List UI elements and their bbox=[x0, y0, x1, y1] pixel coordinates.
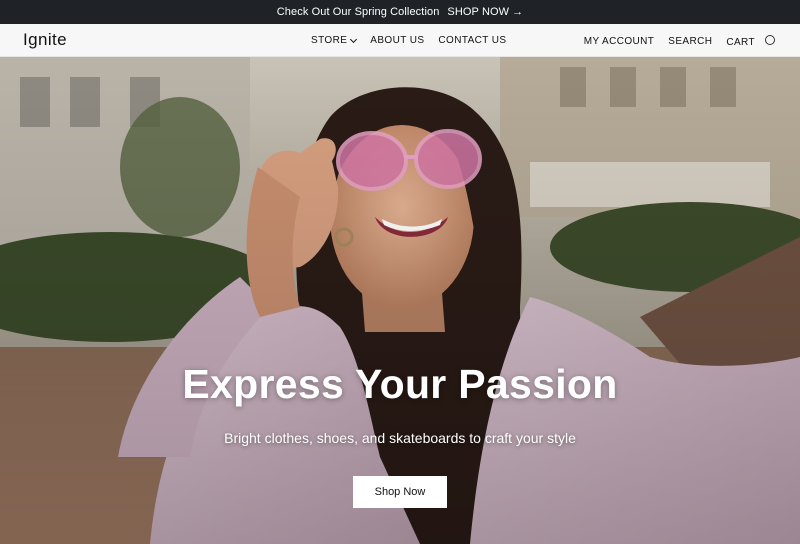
cart-link[interactable]: CART bbox=[726, 35, 775, 48]
hero-banner: Express Your Passion Bright clothes, sho… bbox=[0, 57, 800, 544]
main-nav: STORE ABOUT US CONTACT US bbox=[311, 35, 507, 46]
nav-about-us[interactable]: ABOUT US bbox=[370, 35, 424, 46]
shop-now-button[interactable]: Shop Now bbox=[353, 476, 447, 508]
cart-label: CART bbox=[726, 37, 755, 48]
cart-circle-icon bbox=[765, 35, 775, 45]
hero-photo bbox=[0, 57, 800, 544]
my-account-link[interactable]: MY ACCOUNT bbox=[584, 36, 655, 47]
announcement-text: Check Out Our Spring Collection bbox=[276, 6, 440, 18]
arrow-right-icon: → bbox=[512, 6, 524, 18]
hero-subtitle: Bright clothes, shoes, and skateboards t… bbox=[224, 430, 576, 446]
hero-title: Express Your Passion bbox=[182, 361, 618, 407]
logo[interactable]: Ignite bbox=[23, 30, 67, 50]
shop-now-link[interactable]: SHOP NOW → bbox=[447, 6, 523, 18]
search-link[interactable]: SEARCH bbox=[668, 36, 712, 47]
utility-nav: MY ACCOUNT SEARCH CART bbox=[584, 35, 775, 48]
nav-store[interactable]: STORE bbox=[311, 35, 358, 46]
shop-now-label: SHOP NOW bbox=[447, 6, 510, 18]
announcement-bar: Check Out Our Spring Collection SHOP NOW… bbox=[0, 0, 800, 24]
nav-store-label: STORE bbox=[311, 35, 348, 46]
site-header: Ignite STORE ABOUT US CONTACT US MY ACCO… bbox=[0, 24, 800, 57]
nav-contact-us[interactable]: CONTACT US bbox=[438, 35, 506, 46]
chevron-down-icon bbox=[350, 35, 358, 43]
